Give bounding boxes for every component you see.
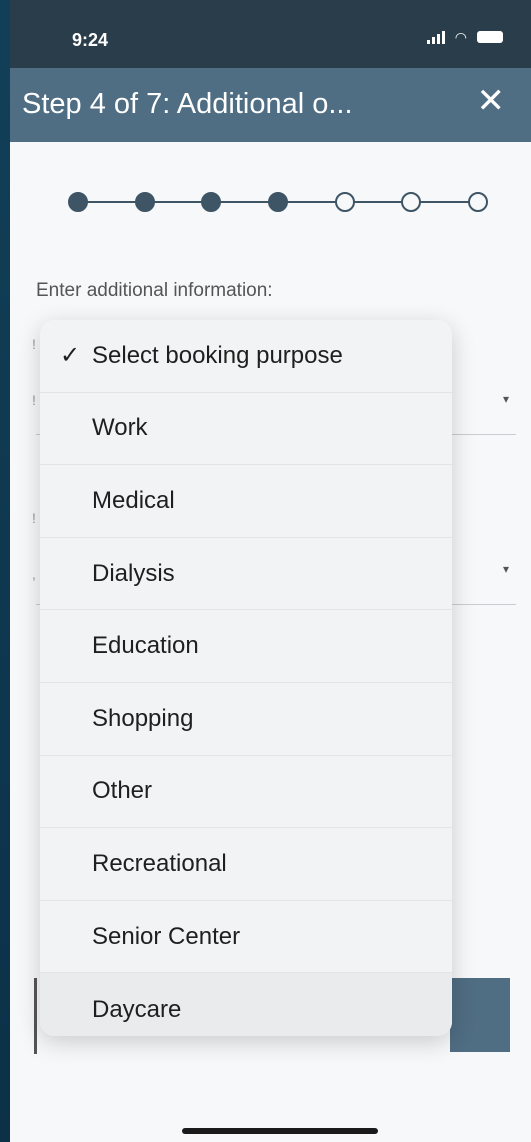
chevron-down-icon[interactable]: ▾ <box>503 562 509 576</box>
step-dot-1 <box>68 192 88 212</box>
dropdown-option-label: Senior Center <box>92 922 241 950</box>
chevron-down-icon[interactable]: ▾ <box>503 392 509 406</box>
status-icons: ◠ <box>426 29 503 45</box>
step-dot-4 <box>268 192 288 212</box>
dropdown-option-label: Shopping <box>92 704 194 732</box>
wifi-icon: ◠ <box>454 29 467 45</box>
home-indicator <box>182 1128 378 1134</box>
dropdown-option[interactable]: Education <box>40 610 452 683</box>
signal-icon <box>426 30 445 44</box>
field-label-fragment: ! <box>32 336 36 352</box>
step-dot-5 <box>334 192 355 212</box>
status-time: 9:24 <box>72 30 109 50</box>
dropdown-option[interactable]: Dialysis <box>40 538 452 611</box>
field-label-fragment: , <box>32 566 36 582</box>
step-dot-7 <box>468 192 488 212</box>
dropdown-option[interactable]: Daycare <box>40 973 452 1036</box>
dropdown-option[interactable]: Recreational <box>40 828 452 901</box>
dropdown-option-label: Work <box>92 414 148 442</box>
step-dot-2 <box>134 192 155 212</box>
dropdown-option[interactable]: Work <box>40 393 452 466</box>
dropdown-option[interactable]: Senior Center <box>40 901 452 974</box>
dropdown-option-label: Dialysis <box>92 559 175 587</box>
field-label-fragment: ! <box>32 510 36 526</box>
dropdown-option[interactable]: Shopping <box>40 683 452 756</box>
field-label-fragment: ! <box>32 392 36 408</box>
dropdown-option-label: Medical <box>92 486 175 514</box>
dropdown-option[interactable]: ✓ Select booking purpose <box>40 320 452 393</box>
dropdown-option-label: Recreational <box>92 849 227 877</box>
step-dot-3 <box>201 192 222 212</box>
dropdown-option-label: Other <box>92 777 153 805</box>
device-frame <box>0 0 10 1142</box>
nav-bar: Step 4 of 7: Additional o... ✕ <box>10 68 531 142</box>
page-title: Step 4 of 7: Additional o... <box>22 88 353 120</box>
progress-stepper <box>68 190 488 214</box>
close-icon[interactable]: ✕ <box>477 84 506 118</box>
dropdown-option[interactable]: Other <box>40 756 452 829</box>
dropdown-option-label: Select booking purpose <box>92 341 343 369</box>
back-button-edge[interactable] <box>34 978 37 1054</box>
dropdown-option-label: Daycare <box>92 995 182 1023</box>
dropdown-option[interactable]: Medical <box>40 465 452 538</box>
battery-icon <box>477 31 503 43</box>
next-button[interactable] <box>450 978 510 1052</box>
form-label: Enter additional information: <box>36 280 273 301</box>
step-dot-6 <box>401 192 422 212</box>
screen: 9:24 ◠ Step 4 of 7: Additional o... ✕ En… <box>10 0 531 1142</box>
booking-purpose-dropdown[interactable]: ✓ Select booking purpose Work Medical Dialys… <box>40 320 452 1036</box>
status-bar: 9:24 ◠ <box>10 0 531 68</box>
checkmark-icon: ✓ <box>60 342 81 370</box>
dropdown-option-label: Education <box>92 632 199 660</box>
